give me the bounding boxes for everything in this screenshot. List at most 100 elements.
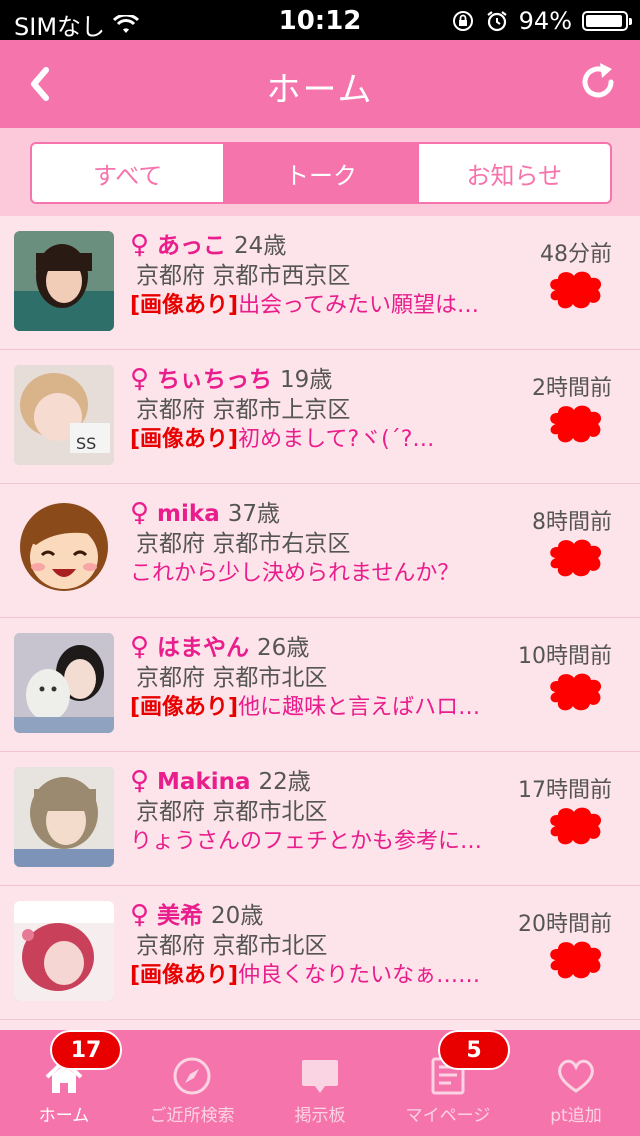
city: 京都市北区: [212, 933, 328, 959]
svg-text:SS: SS: [76, 434, 96, 453]
tab-mypage[interactable]: 5 マイページ: [384, 1030, 512, 1136]
speech-bubble-icon[interactable]: [546, 538, 604, 580]
message-row[interactable]: ♀ あっこ 24歳 京都府 京都市西京区 [画像あり]出会ってみたい願望は… 4…: [0, 216, 640, 350]
tab-board[interactable]: 掲示板: [256, 1030, 384, 1136]
speech-bubble-icon[interactable]: [546, 940, 604, 982]
user-age: 20歳: [211, 903, 264, 929]
female-icon: ♀: [130, 230, 150, 260]
segment-notice[interactable]: お知らせ: [416, 144, 610, 202]
city: 京都市西京区: [212, 263, 351, 289]
message-text: 出会ってみたい願望は…: [238, 293, 480, 318]
message-list: ♀ あっこ 24歳 京都府 京都市西京区 [画像あり]出会ってみたい願望は… 4…: [0, 216, 640, 1020]
notification-badge: 17: [50, 1030, 122, 1070]
female-icon: ♀: [130, 766, 150, 796]
female-icon: ♀: [130, 900, 150, 930]
message-time: 48分前: [540, 242, 612, 267]
speech-bubble-icon[interactable]: [546, 806, 604, 848]
message-time: 20時間前: [518, 912, 612, 937]
user-name: はまやん: [157, 635, 250, 661]
message-time: 2時間前: [532, 376, 612, 401]
heart-icon: [558, 1059, 594, 1093]
battery-icon: [582, 11, 632, 31]
rotation-lock-icon: [452, 11, 473, 31]
message-text: 初めまして?ヾ(´?…: [238, 427, 435, 452]
user-age: 19歳: [280, 367, 333, 393]
prefecture: 京都府: [136, 263, 205, 289]
message-row[interactable]: ♀ 美希 20歳 京都府 京都市北区 [画像あり]仲良くなりたいなぁ…… 20時…: [0, 886, 640, 1020]
avatar[interactable]: [14, 767, 114, 867]
user-location: 京都府 京都市西京区: [136, 261, 520, 291]
tab-label: pt追加: [550, 1106, 602, 1126]
prefecture: 京都府: [136, 531, 205, 557]
tab-add-points[interactable]: pt追加: [512, 1030, 640, 1136]
user-location: 京都府 京都市上京区: [136, 395, 520, 425]
message-time: 8時間前: [532, 510, 612, 535]
prefecture: 京都府: [136, 799, 205, 825]
user-location: 京都府 京都市北区: [136, 663, 520, 693]
tab-bar: 17 ホーム ご近所検索 掲示板 5 マイページ pt追加: [0, 1030, 640, 1136]
avatar[interactable]: [14, 231, 114, 331]
avatar[interactable]: [14, 633, 114, 733]
alarm-icon: [486, 11, 507, 32]
avatar[interactable]: SS: [14, 365, 114, 465]
message-text: 他に趣味と言えばハロ…: [238, 695, 481, 720]
status-bar: SIMなし 10:12 94%: [0, 0, 640, 41]
user-age: 22歳: [258, 769, 311, 795]
notification-badge: 5: [438, 1030, 510, 1070]
message-row[interactable]: ♀ はまやん 26歳 京都府 京都市北区 [画像あり]他に趣味と言えばハロ… 1…: [0, 618, 640, 752]
user-name: mika: [157, 501, 220, 527]
nav-bar: ホーム: [0, 40, 640, 128]
segment-all[interactable]: すべて: [32, 144, 223, 202]
image-tag: [画像あり]: [130, 427, 239, 452]
message-preview: [画像あり]仲良くなりたいなぁ……: [130, 961, 510, 991]
message-row[interactable]: ♀ Makina 22歳 京都府 京都市北区 りょうさんのフェチとかも参考に… …: [0, 752, 640, 886]
prefecture: 京都府: [136, 397, 205, 423]
city: 京都市北区: [212, 799, 328, 825]
image-tag: [画像あり]: [130, 293, 239, 318]
city: 京都市右京区: [212, 531, 351, 557]
message-row[interactable]: SS ♀ ちぃちっち 19歳 京都府 京都市上京区 [画像あり]初めまして?ヾ(…: [0, 350, 640, 484]
board-icon: [302, 1060, 338, 1093]
page-title: ホーム: [266, 70, 374, 110]
female-icon: ♀: [130, 498, 150, 528]
user-name: あっこ: [157, 233, 227, 259]
image-tag: [画像あり]: [130, 963, 239, 988]
message-time: 17時間前: [518, 778, 612, 803]
compass-icon: [173, 1057, 211, 1095]
tab-nearby-search[interactable]: ご近所検索: [128, 1030, 256, 1136]
avatar[interactable]: [14, 901, 114, 1001]
speech-bubble-icon[interactable]: [546, 672, 604, 714]
segment-bar: すべて トーク お知らせ: [0, 128, 640, 216]
user-age: 24歳: [234, 233, 287, 259]
user-name: ちぃちっち: [157, 367, 273, 393]
female-icon: ♀: [130, 632, 150, 662]
tab-label: ホーム: [38, 1106, 90, 1126]
user-age: 37歳: [227, 501, 280, 527]
city: 京都市上京区: [212, 397, 351, 423]
speech-bubble-icon[interactable]: [546, 404, 604, 446]
message-text: りょうさんのフェチとかも参考に…: [130, 829, 483, 854]
message-preview: [画像あり]他に趣味と言えばハロ…: [130, 693, 510, 723]
segmented-control: すべて トーク お知らせ: [30, 142, 612, 204]
message-text: 仲良くなりたいなぁ……: [238, 963, 481, 988]
city: 京都市北区: [212, 665, 328, 691]
female-icon: ♀: [130, 364, 150, 394]
prefecture: 京都府: [136, 665, 205, 691]
message-time: 10時間前: [518, 644, 612, 669]
user-location: 京都府 京都市右京区: [136, 529, 520, 559]
tab-label: ご近所検索: [149, 1106, 235, 1126]
user-age: 26歳: [257, 635, 310, 661]
refresh-icon[interactable]: [578, 58, 620, 106]
tab-home[interactable]: 17 ホーム: [0, 1030, 128, 1136]
message-preview: [画像あり]初めまして?ヾ(´?…: [130, 425, 510, 455]
message-row[interactable]: ♀ mika 37歳 京都府 京都市右京区 これから少し決められませんか？ 8時…: [0, 484, 640, 618]
user-name: Makina: [157, 769, 251, 795]
prefecture: 京都府: [136, 933, 205, 959]
user-location: 京都府 京都市北区: [136, 797, 520, 827]
speech-bubble-icon[interactable]: [546, 270, 604, 312]
battery-percent: 94%: [518, 7, 572, 35]
avatar[interactable]: [14, 499, 114, 599]
tab-label: 掲示板: [294, 1106, 346, 1126]
segment-talk[interactable]: トーク: [223, 144, 417, 202]
message-preview: [画像あり]出会ってみたい願望は…: [130, 291, 510, 321]
